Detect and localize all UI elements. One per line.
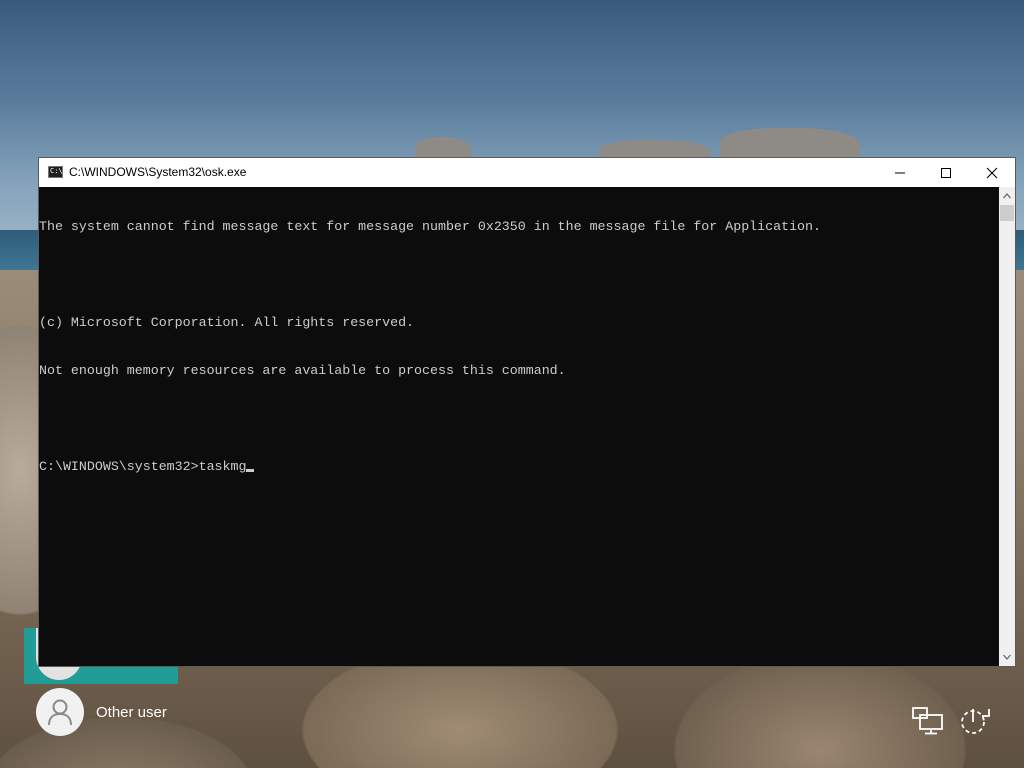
- console-line: The system cannot find message text for …: [39, 219, 821, 234]
- other-user-label: Other user: [96, 703, 167, 721]
- ease-of-access-icon[interactable]: [958, 706, 992, 736]
- maximize-icon: [941, 167, 951, 178]
- console-line: (c) Microsoft Corporation. All rights re…: [39, 315, 415, 330]
- console-window[interactable]: C:\WINDOWS\System32\osk.exe The system c…: [38, 157, 1016, 667]
- command-input[interactable]: C:\WINDOWS\system32>taskmg: [39, 459, 246, 474]
- minimize-button[interactable]: [877, 158, 923, 187]
- text-cursor: [246, 469, 255, 472]
- command-prompt-line[interactable]: C:\WINDOWS\system32>taskmg: [39, 459, 999, 475]
- console-output[interactable]: The system cannot find message text for …: [39, 187, 999, 666]
- maximize-button[interactable]: [923, 158, 969, 187]
- close-icon: [986, 167, 998, 178]
- console-line: Not enough memory resources are availabl…: [39, 363, 566, 378]
- scroll-up-icon[interactable]: [1003, 192, 1011, 200]
- person-icon: [48, 699, 72, 726]
- vertical-scrollbar[interactable]: [999, 187, 1015, 666]
- other-user-tile[interactable]: Other user: [36, 688, 167, 736]
- scroll-thumb[interactable]: [1000, 205, 1014, 221]
- title-bar[interactable]: C:\WINDOWS\System32\osk.exe: [39, 158, 1015, 187]
- network-icon[interactable]: [912, 706, 946, 736]
- close-button[interactable]: [969, 158, 1015, 187]
- minimize-icon: [895, 172, 905, 173]
- window-title: C:\WINDOWS\System32\osk.exe: [69, 165, 247, 179]
- scroll-down-icon[interactable]: [1003, 653, 1011, 661]
- console-app-icon: [48, 166, 63, 178]
- avatar: [36, 688, 84, 736]
